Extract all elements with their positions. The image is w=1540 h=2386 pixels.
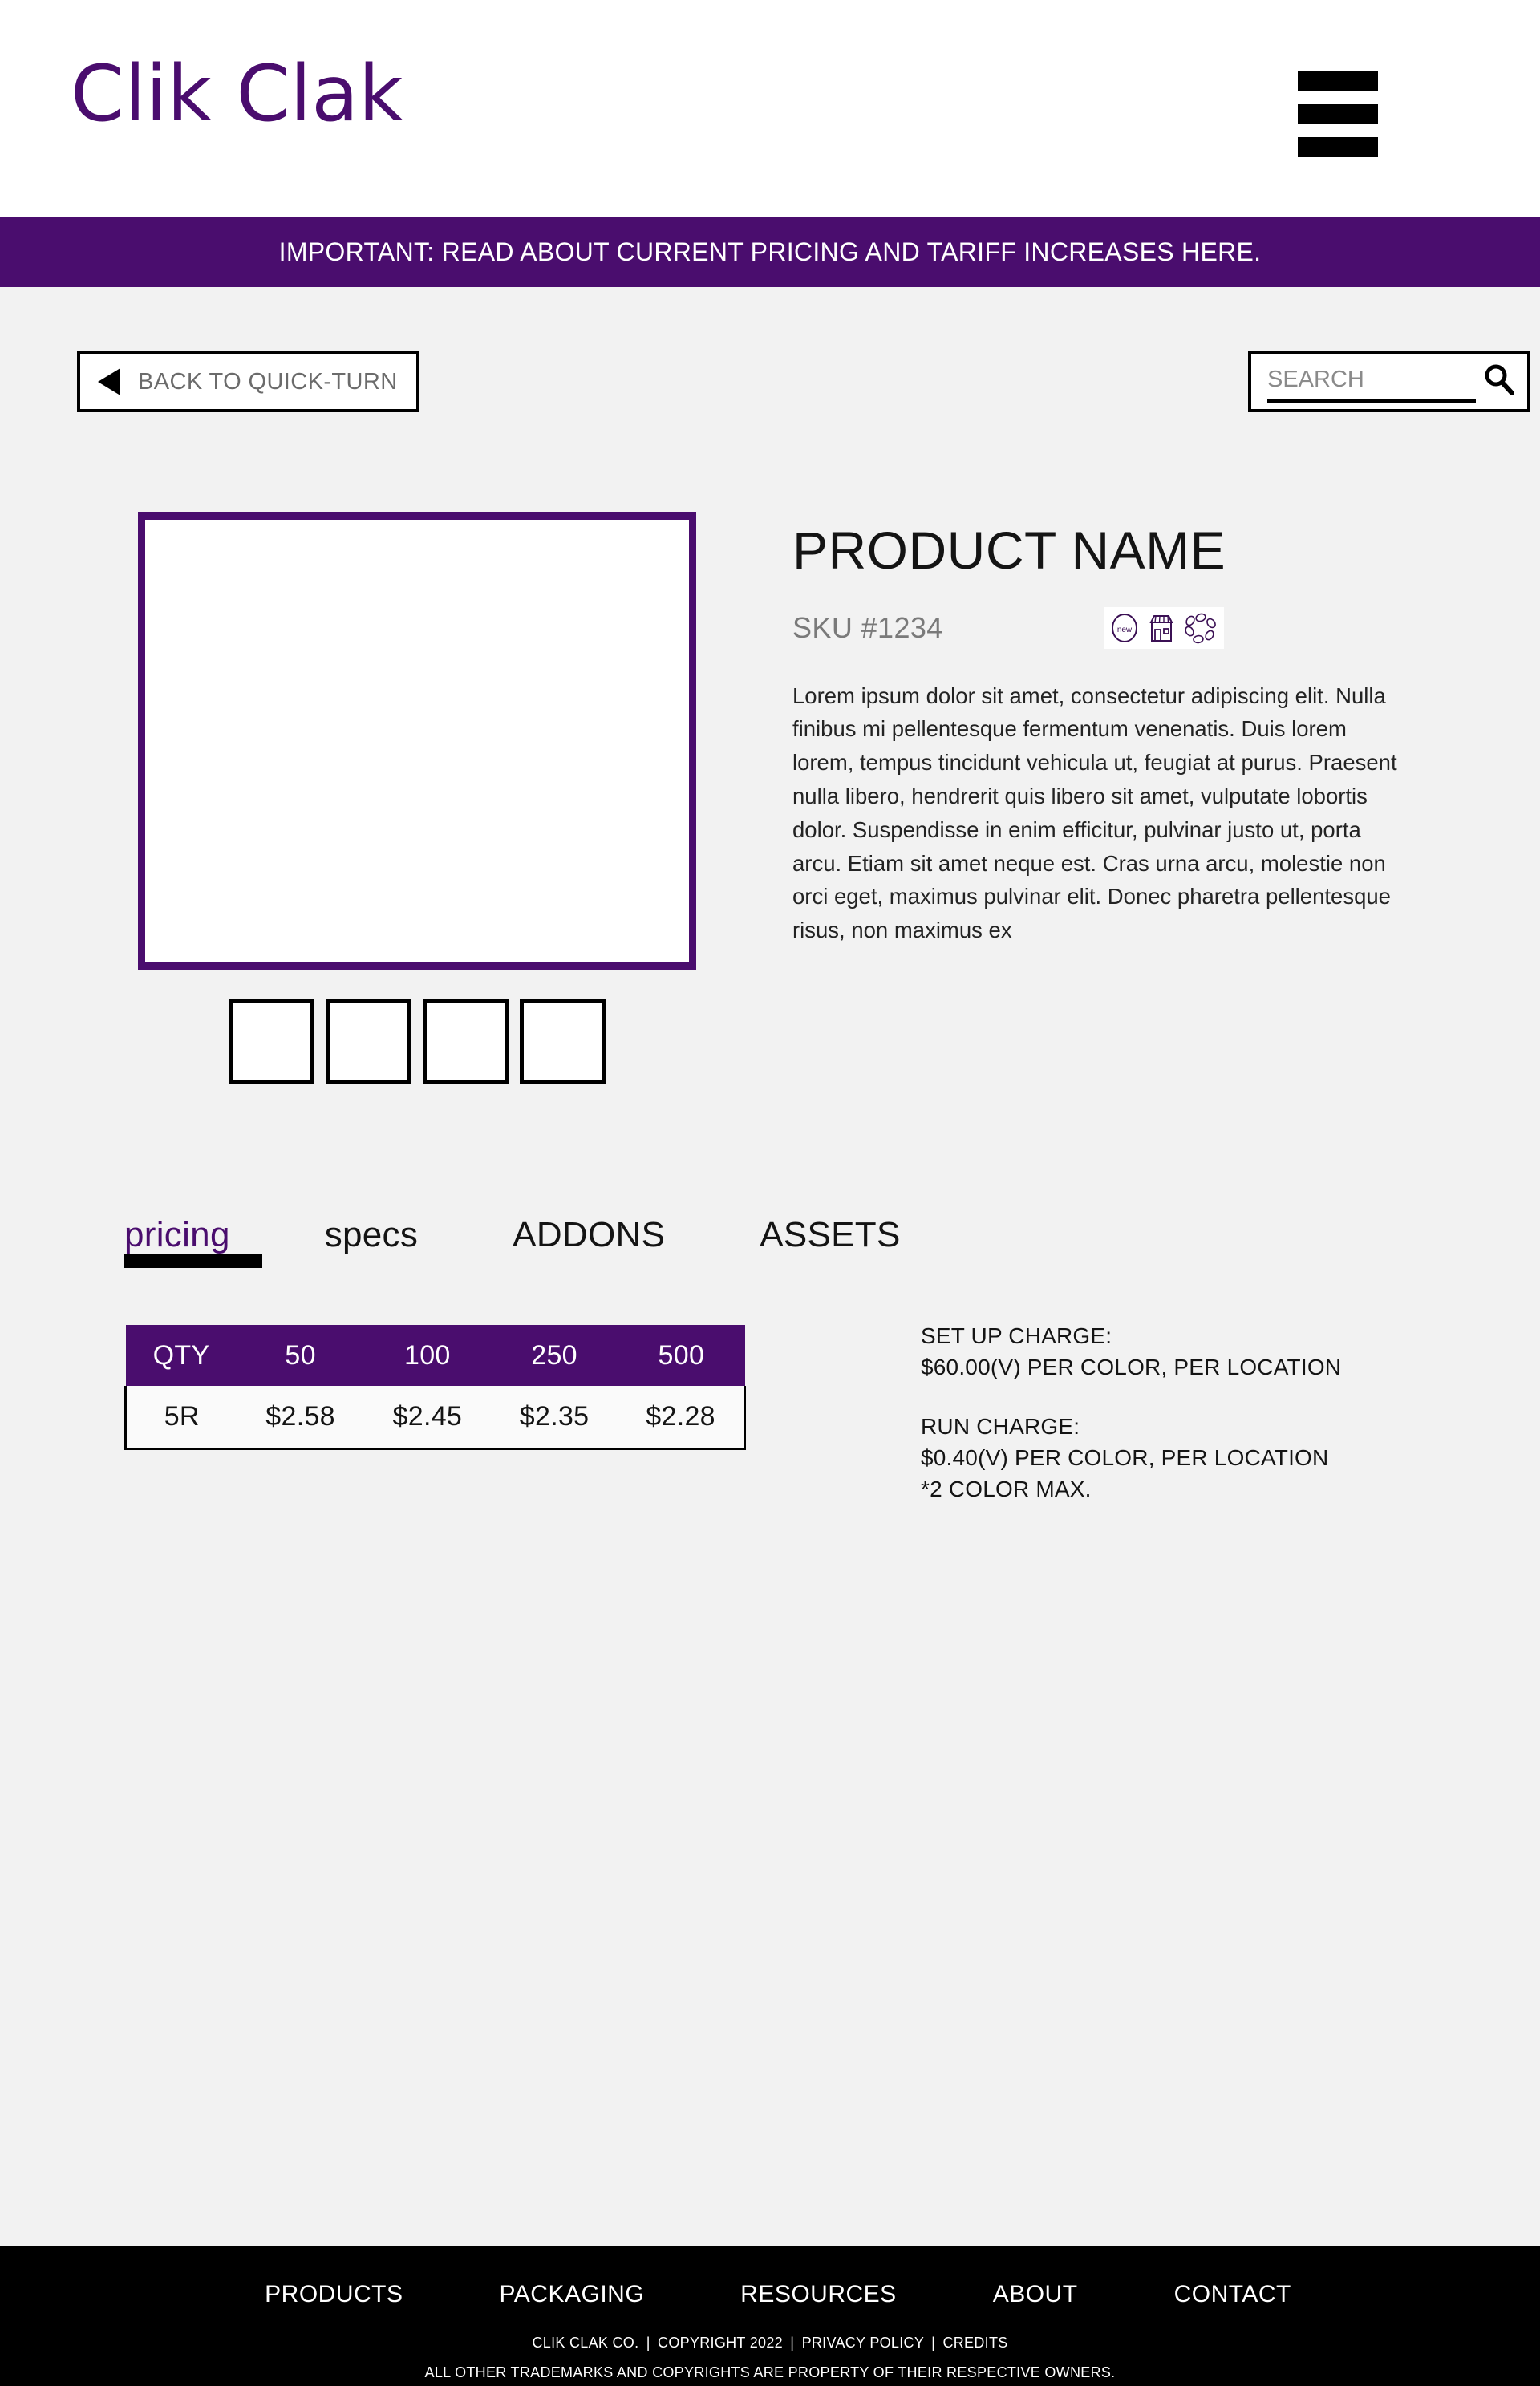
hamburger-bar-middle (1298, 103, 1378, 124)
footer-privacy-policy-link[interactable]: PRIVACY POLICY (802, 2335, 924, 2351)
back-button-label: BACK TO QUICK-TURN (138, 368, 398, 395)
recycle-leaves-icon (1185, 613, 1216, 643)
hamburger-bar-top (1298, 71, 1378, 91)
product-main-image[interactable] (138, 512, 696, 970)
new-badge-icon: new (1111, 613, 1137, 642)
charges-block: SET UP CHARGE: $60.00(V) PER COLOR, PER … (921, 1321, 1482, 1505)
brand-logo[interactable]: Clik Clak (71, 50, 403, 139)
footer-link-contact[interactable]: CONTACT (1174, 2281, 1291, 2308)
pricing-header-qty: QTY (125, 1325, 237, 1386)
site-header: Clik Clak (0, 0, 1540, 217)
run-charge-note: *2 COLOR MAX. (921, 1476, 1092, 1501)
product-thumbnail[interactable] (326, 999, 411, 1084)
tab-assets[interactable]: ASSETS (760, 1215, 900, 1255)
pricing-header-100: 100 (363, 1325, 491, 1386)
pricing-header-250: 250 (490, 1325, 618, 1386)
legal-separator: | (646, 2335, 650, 2351)
pricing-table: QTY 50 100 250 500 5R $2.58 $2.45 $2.35 … (124, 1325, 747, 1450)
legal-separator: | (931, 2335, 936, 2351)
footer-link-products[interactable]: PRODUCTS (265, 2281, 403, 2308)
product-thumbnail[interactable] (520, 999, 606, 1084)
product-sku: SKU #1234 (792, 610, 943, 644)
hamburger-icon[interactable] (1298, 71, 1378, 157)
pricing-cell-50: $2.58 (237, 1386, 364, 1450)
product-detail-page: Clik Clak IMPORTANT: READ ABOUT CURRENT … (0, 0, 1540, 2386)
run-charge-group: RUN CHARGE: $0.40(V) PER COLOR, PER LOCA… (921, 1412, 1482, 1505)
svg-text:new: new (1117, 626, 1133, 634)
announcement-text: IMPORTANT: READ ABOUT CURRENT PRICING AN… (278, 237, 1262, 266)
product-tabs: pricing specs ADDONS ASSETS (124, 1215, 901, 1268)
site-footer: PRODUCTS PACKAGING RESOURCES ABOUT CONTA… (0, 2246, 1540, 2386)
product-badge-strip: new (1103, 606, 1224, 649)
back-to-quick-turn-button[interactable]: BACK TO QUICK-TURN (77, 351, 419, 412)
footer-trademark-line: ALL OTHER TRADEMARKS AND COPYRIGHTS ARE … (424, 2364, 1116, 2380)
footer-copyright: COPYRIGHT 2022 (658, 2335, 783, 2351)
pricing-cell-250: $2.35 (490, 1386, 618, 1450)
footer-link-about[interactable]: ABOUT (993, 2281, 1078, 2308)
pricing-header-50: 50 (237, 1325, 364, 1386)
pricing-cell-qty: 5R (124, 1386, 237, 1450)
left-triangle-icon (98, 368, 120, 395)
footer-credits-link[interactable]: CREDITS (942, 2335, 1007, 2351)
product-info: PRODUCT NAME SKU #1234 new Lorem ipsum d… (792, 521, 1426, 947)
pricing-header-500: 500 (618, 1325, 745, 1386)
pricing-table-header-row: QTY 50 100 250 500 (125, 1325, 745, 1386)
sku-row: SKU #1234 new (792, 606, 1426, 649)
pricing-cell-500: $2.28 (618, 1386, 747, 1450)
product-thumbnail[interactable] (229, 999, 314, 1084)
product-title: PRODUCT NAME (792, 521, 1226, 580)
product-description: Lorem ipsum dolor sit amet, consectetur … (792, 683, 1397, 943)
announcement-banner[interactable]: IMPORTANT: READ ABOUT CURRENT PRICING AN… (0, 217, 1540, 287)
product-thumbnail[interactable] (423, 999, 509, 1084)
pricing-table-row: 5R $2.58 $2.45 $2.35 $2.28 (124, 1386, 747, 1450)
search-box[interactable] (1248, 351, 1530, 412)
tab-pricing[interactable]: pricing (124, 1215, 262, 1268)
search-input[interactable] (1267, 361, 1476, 403)
run-charge-title: RUN CHARGE: (921, 1414, 1080, 1440)
footer-nav: PRODUCTS PACKAGING RESOURCES ABOUT CONTA… (0, 2281, 1540, 2308)
setup-charge-title: SET UP CHARGE: (921, 1323, 1112, 1348)
hamburger-bar-bottom (1298, 137, 1378, 157)
tab-addons[interactable]: ADDONS (513, 1215, 665, 1255)
footer-company-name: CLIK CLAK CO. (532, 2335, 639, 2351)
tab-specs[interactable]: specs (325, 1215, 418, 1255)
product-thumbnail-strip (229, 999, 606, 1084)
footer-link-resources[interactable]: RESOURCES (740, 2281, 897, 2308)
storefront-icon (1149, 614, 1173, 642)
footer-legal-line: CLIK CLAK CO. | COPYRIGHT 2022 | PRIVACY… (0, 2335, 1540, 2350)
magnifier-icon[interactable] (1482, 363, 1516, 396)
run-charge-value: $0.40(V) PER COLOR, PER LOCATION (921, 1444, 1329, 1470)
setup-charge-group: SET UP CHARGE: $60.00(V) PER COLOR, PER … (921, 1321, 1482, 1383)
legal-separator: | (790, 2335, 795, 2351)
setup-charge-value: $60.00(V) PER COLOR, PER LOCATION (921, 1354, 1342, 1379)
pricing-cell-100: $2.45 (363, 1386, 491, 1450)
footer-link-packaging[interactable]: PACKAGING (500, 2281, 645, 2308)
